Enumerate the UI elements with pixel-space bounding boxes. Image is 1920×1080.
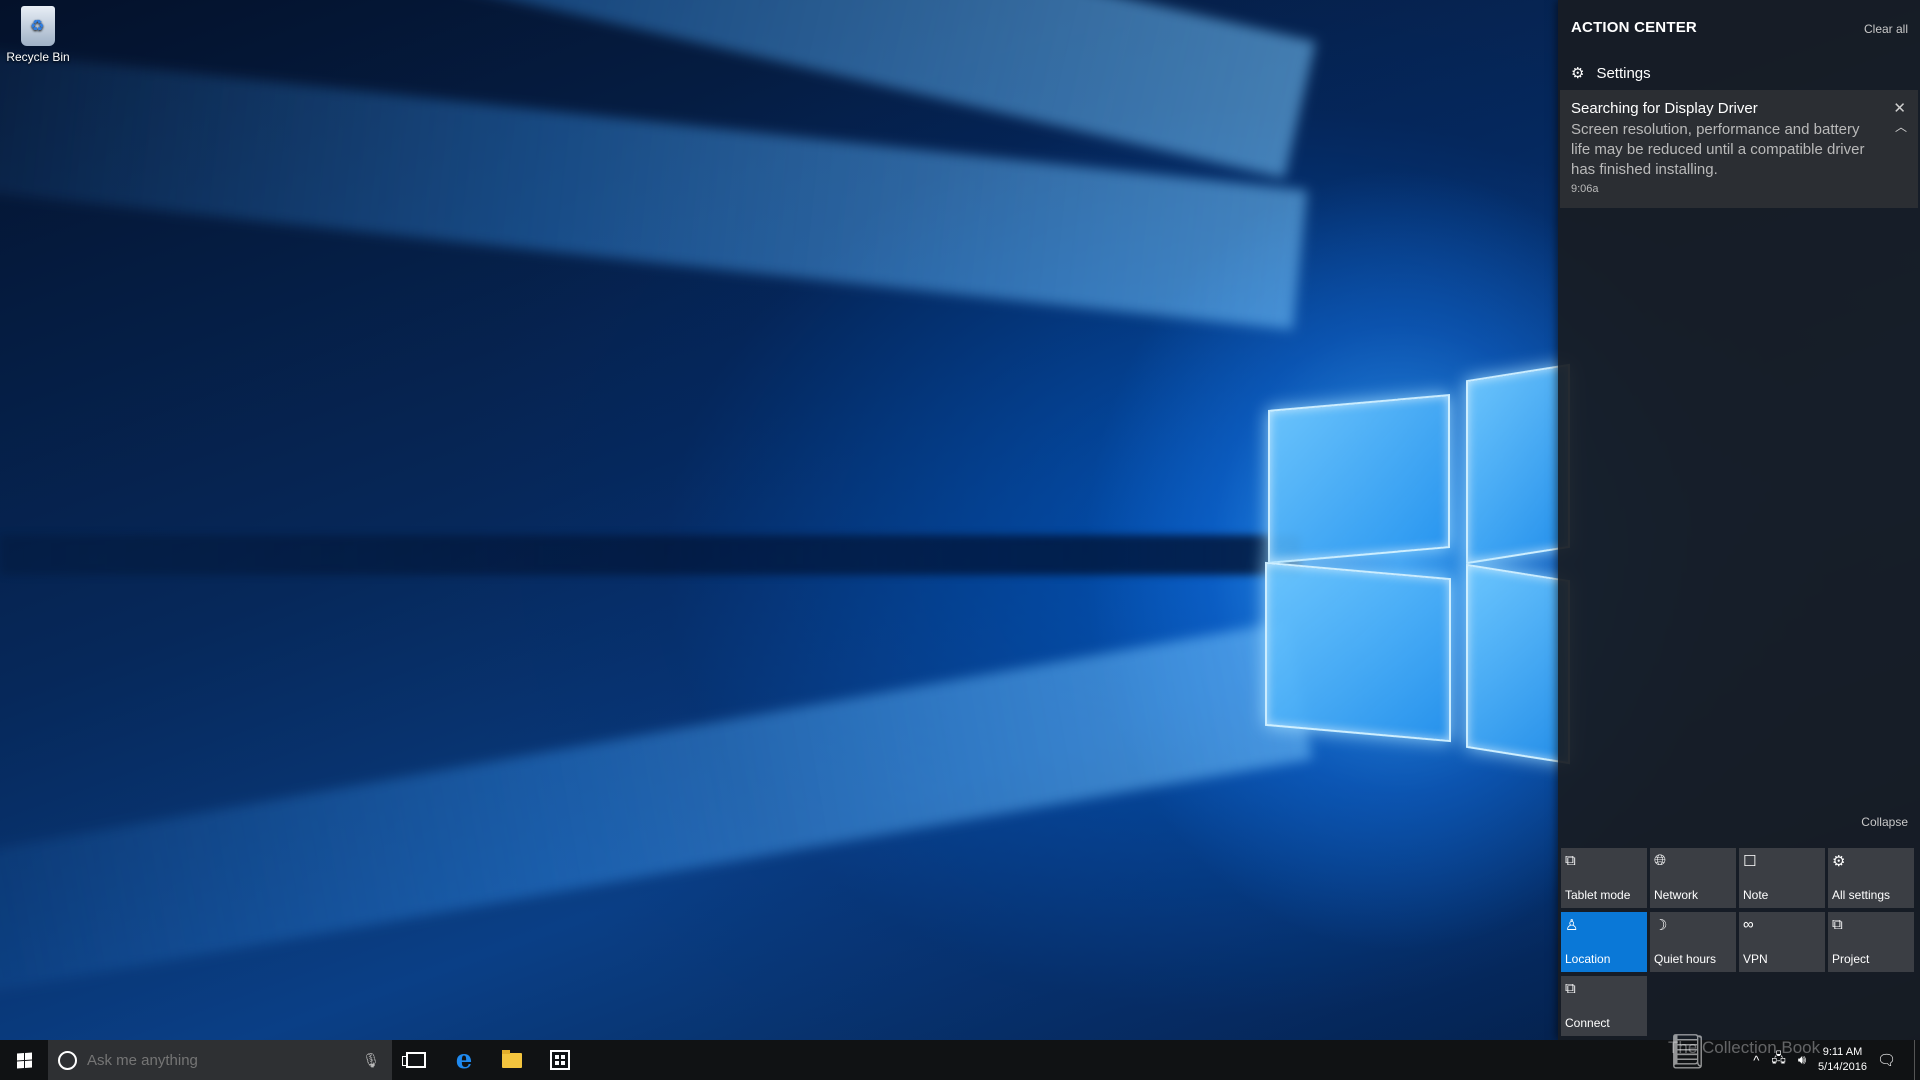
quick-action-label: Location [1565, 952, 1611, 966]
notification-time: 9:06a [1571, 183, 1599, 195]
quick-action-label: Connect [1565, 1016, 1610, 1030]
start-button[interactable] [0, 1040, 48, 1080]
desktop-icon-recycle-bin[interactable]: Recycle Bin [4, 6, 72, 64]
chevron-up-icon[interactable]: ︿ [1895, 118, 1907, 135]
taskbar: 🎙︎ e ^ 🖧︎ 🔊︎ 9:11 AM 5/14/2016 🗨︎ [0, 1040, 1920, 1080]
note-icon: ☐ [1743, 853, 1757, 870]
quick-action-location[interactable]: ♙ Location [1561, 912, 1647, 972]
notification-group-header[interactable]: ⚙ Settings [1571, 64, 1651, 83]
network-icon: 🌐︎ [1654, 852, 1667, 869]
windows-logo-pane [1466, 363, 1570, 565]
location-icon: ♙ [1565, 917, 1579, 934]
windows-logo-pane [1466, 563, 1570, 765]
cortana-search-box[interactable]: 🎙︎ [48, 1040, 392, 1080]
clock[interactable]: 9:11 AM 5/14/2016 [1818, 1045, 1867, 1075]
desktop-icon-label: Recycle Bin [6, 50, 70, 64]
windows-logo-icon [16, 1051, 32, 1069]
store-icon [550, 1050, 570, 1070]
quick-action-label: Tablet mode [1565, 888, 1631, 902]
close-icon[interactable]: ✕ [1893, 99, 1906, 117]
windows-logo-pane [1268, 394, 1450, 564]
search-input[interactable] [85, 1050, 363, 1070]
light-shadow-band [0, 535, 1300, 575]
quick-actions-grid: ⧉ Tablet mode 🌐︎ Network ☐ Note ⚙ All se… [1561, 848, 1917, 1036]
store-button[interactable] [536, 1040, 584, 1080]
action-center-icon[interactable]: 🗨︎ [1877, 1051, 1896, 1069]
quick-action-all-settings[interactable]: ⚙ All settings [1828, 848, 1914, 908]
gear-icon: ⚙ [1571, 65, 1585, 82]
quick-action-project[interactable]: ⧉ Project [1828, 912, 1914, 972]
recycle-bin-icon [21, 6, 55, 46]
action-center-panel: ACTION CENTER Clear all ⚙ Settings Searc… [1558, 0, 1920, 1040]
quick-action-network[interactable]: 🌐︎ Network [1650, 848, 1736, 908]
quick-action-connect[interactable]: ⧉ Connect [1561, 976, 1647, 1036]
quick-action-label: Quiet hours [1654, 952, 1717, 966]
clock-time: 9:11 AM [1822, 1046, 1863, 1058]
quick-action-label: VPN [1743, 952, 1768, 966]
microphone-icon[interactable]: 🎙︎ [362, 1052, 380, 1069]
show-desktop-button[interactable] [1914, 1040, 1920, 1080]
action-center-title: ACTION CENTER [1571, 19, 1697, 36]
quick-action-label: Project [1832, 952, 1870, 966]
windows-logo-pane [1265, 561, 1451, 743]
notification-title: Searching for Display Driver [1571, 100, 1758, 117]
quick-action-label: All settings [1832, 888, 1891, 902]
project-icon: ⧉ [1832, 916, 1843, 933]
quick-action-quiet-hours[interactable]: ☽ Quiet hours [1650, 912, 1736, 972]
notification-card[interactable]: Searching for Display Driver Screen reso… [1560, 90, 1918, 208]
watermark-text: The Collection Book [1668, 1038, 1821, 1057]
clock-date: 5/14/2016 [1818, 1061, 1867, 1073]
notification-group-title: Settings [1596, 64, 1651, 82]
connect-icon: ⧉ [1565, 980, 1576, 997]
collapse-quick-actions-button[interactable]: Collapse [1861, 815, 1908, 829]
light-beam [0, 621, 1313, 1020]
edge-icon[interactable]: e [440, 1040, 488, 1080]
tablet-mode-icon: ⧉ [1565, 852, 1576, 869]
moon-icon: ☽ [1654, 917, 1668, 934]
vpn-icon: ∞ [1743, 916, 1754, 933]
quick-action-vpn[interactable]: ∞ VPN [1739, 912, 1825, 972]
gear-icon: ⚙ [1832, 853, 1846, 870]
notification-body: Screen resolution, performance and batte… [1571, 121, 1865, 178]
file-explorer-icon [502, 1049, 522, 1068]
quick-action-tablet-mode[interactable]: ⧉ Tablet mode [1561, 848, 1647, 908]
quick-action-note[interactable]: ☐ Note [1739, 848, 1825, 908]
clear-all-button[interactable]: Clear all [1864, 22, 1908, 36]
file-explorer-button[interactable] [488, 1040, 536, 1080]
task-view-button[interactable] [392, 1040, 440, 1080]
cortana-icon [58, 1050, 77, 1070]
quick-action-label: Note [1743, 888, 1769, 902]
task-view-icon [402, 1052, 426, 1068]
quick-action-label: Network [1654, 888, 1699, 902]
